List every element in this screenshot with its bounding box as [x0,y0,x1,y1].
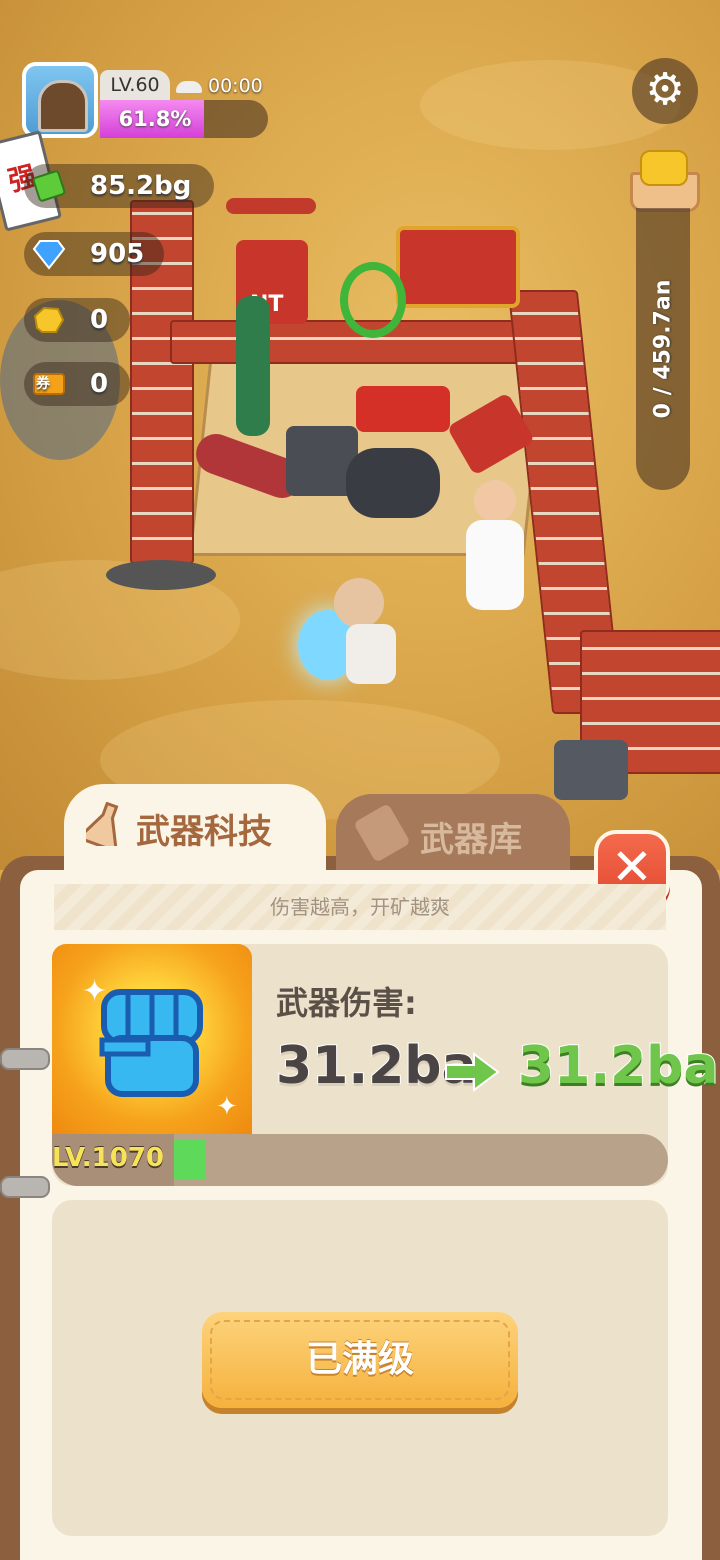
stat-label: 武器伤害: [276,984,417,1022]
xp-bar: 61.8% [100,100,268,138]
mountain-icon [176,80,202,93]
gem-counter: 905 [24,232,164,276]
settings-button[interactable]: ⚙ [632,58,698,124]
claw-weapon [346,448,440,518]
gold-nugget-icon [33,306,65,333]
gem-value: 905 [90,239,145,269]
cash-counter: 85.2bg [24,164,214,208]
gold-basket-button[interactable] [626,146,700,212]
damage-next: 31.2ba [517,1035,720,1097]
weapon-level: LV.1070 [52,1143,164,1173]
tab-label: 武器库 [420,820,522,860]
tab-weapon-armory[interactable]: 武器库 [336,794,570,874]
capacity-text: 0 / 459.7an [650,279,676,419]
binder-ring [0,1176,50,1198]
ticket-counter: 券 0 [24,362,130,406]
mine-entrance-icon [38,80,88,132]
panel-subtitle: 伤害越高，开矿越爽 [54,884,666,930]
level-bar-fill [174,1140,206,1180]
gold-value: 0 [90,305,109,335]
max-level-button[interactable]: 已满级 [202,1312,518,1408]
cash-icon [32,170,66,202]
sparkle-icon: ✦ [216,1092,238,1122]
fist-icon [99,989,203,1097]
scientist-npc[interactable] [460,480,530,630]
gold-nugget-icon [640,150,688,186]
player-level: LV.60 [100,70,170,100]
cash-value: 85.2bg [90,171,192,201]
gear-icon: ⚙ [645,64,685,115]
sparkle-icon: ✦ [82,974,108,1009]
dynamite-icon [353,803,411,863]
player-miner[interactable] [298,578,418,708]
magnet-weapon [356,386,450,432]
tab-weapon-tech[interactable]: 武器科技 [64,784,326,884]
timer: 00:00 [176,72,263,100]
mine-avatar[interactable] [22,62,98,138]
dynamite-bundle [396,226,520,308]
timer-text: 00:00 [208,75,263,97]
green-arrow-icon [340,262,406,338]
detonator-handle [226,198,316,214]
ticket-value: 0 [90,369,109,399]
weapon-icon-box: ✦ ✦ [52,944,252,1134]
anchor-weapon [236,296,270,436]
capacity-counter: 0 / 459.7an [636,208,690,490]
xp-percent: 61.8% [118,107,192,131]
flask-icon [86,802,119,846]
anvil [554,740,628,800]
ticket-badge: 券 [36,376,50,392]
max-level-label: 已满级 [305,1339,414,1380]
pickaxe [106,560,216,590]
diamond-icon [32,240,66,270]
binder-ring [0,1048,50,1070]
tab-label: 武器科技 [136,812,272,852]
arrow-right-icon [445,1052,500,1092]
gold-counter: 0 [24,298,130,342]
